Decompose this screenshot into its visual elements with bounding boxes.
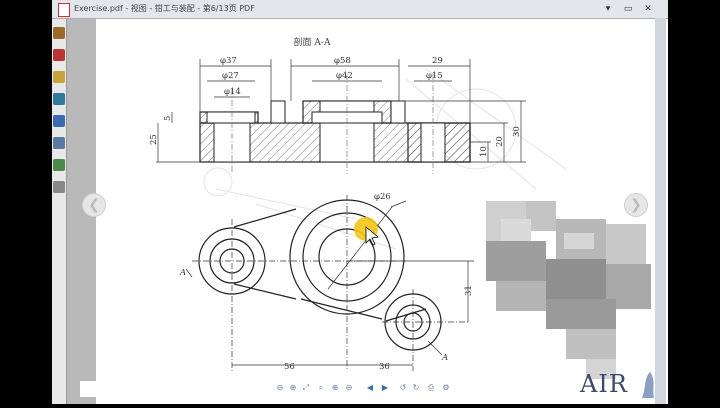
dim-h31: 31 — [464, 285, 474, 296]
label-a-left: A — [179, 268, 186, 278]
rotate-right-icon[interactable]: ↻ — [411, 383, 421, 393]
right-scroll-strip[interactable] — [655, 18, 666, 404]
fit-page-icon[interactable]: ⤢ — [301, 383, 311, 393]
find-icon[interactable] — [53, 137, 65, 149]
dim-h10: 10 — [479, 146, 489, 157]
dim-w56: 56 — [284, 362, 295, 372]
dim-h5: 5 — [163, 116, 173, 121]
link-icon[interactable] — [53, 159, 65, 171]
dim-d37: φ37 — [220, 56, 237, 66]
part-photo — [486, 201, 651, 379]
plan-view — [198, 199, 442, 351]
dim-d27: φ27 — [222, 71, 239, 81]
zoom-in-icon[interactable]: ⊕ — [288, 383, 298, 393]
search-icon[interactable]: ⌕ — [316, 383, 326, 393]
dim-d42: φ42 — [336, 71, 353, 81]
prev-page-button[interactable]: ❮ — [82, 193, 106, 217]
cursor-highlight — [354, 217, 379, 246]
dim-h30: 30 — [512, 126, 522, 137]
minimize-button[interactable]: ▾ — [602, 3, 614, 15]
zoom-out-alt-icon[interactable]: ⊖ — [344, 383, 354, 393]
logo-figure-icon — [642, 372, 654, 398]
close-button[interactable]: ✕ — [642, 3, 654, 15]
text-icon[interactable] — [53, 71, 65, 83]
zoom-in-alt-icon[interactable]: ⊕ — [330, 383, 340, 393]
dim-d58: φ58 — [334, 56, 351, 66]
select-icon[interactable] — [53, 49, 65, 61]
next-arrow-icon[interactable]: ▶ — [380, 383, 390, 393]
bookmark-icon[interactable] — [53, 115, 65, 127]
dim-h25: 25 — [149, 134, 159, 145]
window-titlebar: Exercise.pdf - 视图 - 钳工与装配 - 第6/13页 PDF ▾… — [52, 0, 668, 19]
settings-icon[interactable]: ⚙ — [441, 383, 451, 393]
section-title: 剖面 A-A — [294, 36, 331, 48]
page-icon[interactable] — [53, 181, 65, 193]
bottom-toolbar: ⊖ ⊕ ⤢ ⌕ ⊕ ⊖ ◀ ▶ ↺ ↻ ⎙ ⚙ — [80, 381, 655, 397]
dim-d14: φ14 — [224, 87, 241, 97]
window-title: Exercise.pdf - 视图 - 钳工与装配 - 第6/13页 PDF — [74, 4, 255, 13]
snapshot-icon[interactable] — [53, 93, 65, 105]
dim-h20: 20 — [495, 136, 505, 147]
pdf-viewer-window: Exercise.pdf - 视图 - 钳工与装配 - 第6/13页 PDF ▾… — [52, 0, 668, 404]
dim-d15: φ15 — [426, 71, 443, 81]
dim-w36: 36 — [379, 362, 390, 372]
engineering-drawing: 剖面 A-A φ37 φ27 φ14 φ58 φ42 29 φ15 25 5 1… — [149, 36, 651, 379]
dim-w29: 29 — [432, 56, 443, 66]
left-toolbar — [52, 19, 67, 404]
pdf-page: 剖面 A-A φ37 φ27 φ14 φ58 φ42 29 φ15 25 5 1… — [96, 19, 668, 404]
restore-button[interactable]: ▭ — [622, 3, 634, 15]
hand-icon[interactable] — [53, 27, 65, 39]
zoom-out-icon[interactable]: ⊖ — [275, 383, 285, 393]
dim-d26: φ26 — [374, 192, 391, 202]
next-page-button[interactable]: ❯ — [624, 193, 648, 217]
label-a-right: A — [441, 353, 448, 363]
previous-arrow-icon[interactable]: ◀ — [365, 383, 375, 393]
air-logo: AIR — [580, 368, 664, 400]
pdf-icon — [58, 3, 70, 17]
print-icon[interactable]: ⎙ — [426, 383, 436, 393]
rotate-left-icon[interactable]: ↺ — [398, 383, 408, 393]
